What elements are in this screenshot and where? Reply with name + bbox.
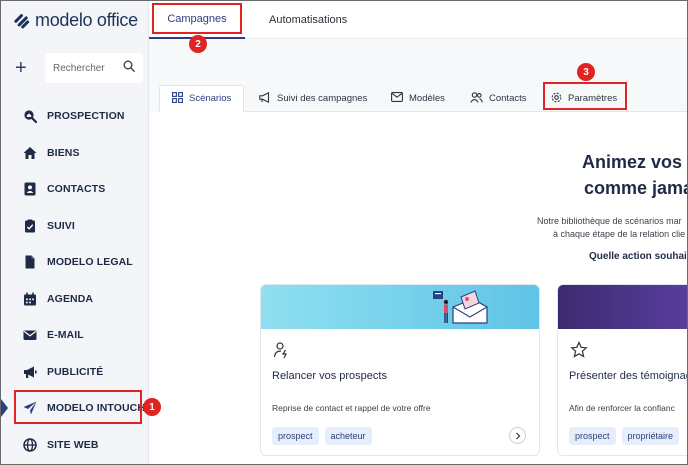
envelope-icon [23,328,37,342]
megaphone-icon [259,91,271,106]
tab-campagnes[interactable]: Campagnes [149,1,245,39]
tag-prospect: prospect [569,427,616,445]
tab-scenarios[interactable]: Scénarios [159,85,245,112]
sidebar-item-suivi[interactable]: SUIVI [1,208,149,245]
sidebar-item-contacts[interactable]: CONTACTS [1,171,149,208]
sidebar-item-label: SUIVI [47,219,75,232]
calendar-icon [23,292,37,306]
card-title: Relancer vos prospects [272,370,387,382]
sidebar-item-label: PUBLICITÉ [47,365,104,378]
tab-automatisations[interactable]: Automatisations [269,1,347,39]
tab-modeles[interactable]: Modèles [391,85,445,112]
sidebar-item-publicite[interactable]: PUBLICITÉ [1,354,149,391]
search-house-icon [23,109,37,124]
card-open-button[interactable] [509,427,526,444]
search-icon[interactable] [123,59,135,77]
card-tags: prospect acheteur [272,427,372,445]
tag-prospect: prospect [272,427,319,445]
tab-suivi-label: Suivi des campagnes [277,93,368,104]
users-icon [470,91,483,106]
sidebar-item-label: PROSPECTION [47,110,125,123]
sidebar-item-agenda[interactable]: AGENDA [1,281,149,318]
globe-icon [23,438,37,452]
scenario-card[interactable]: Relancer vos prospects Reprise de contac… [260,284,540,456]
document-icon [23,255,37,269]
sidebar: modelo office + PROSPECTION BIENS [1,1,149,464]
sidebar-item-modelo-intouch[interactable]: MODELO INTOUCH [1,390,149,427]
sidebar-item-label: BIENS [47,146,80,159]
search-input[interactable] [53,62,117,74]
tab-contacts[interactable]: Contacts [470,85,527,112]
sidebar-item-site-web[interactable]: SITE WEB [1,427,149,464]
card-title: Présenter des témoignag [569,370,688,382]
chevron-right-icon [515,432,520,439]
tab-parametres-label: Paramètres [568,93,618,104]
card-banner-illustration [558,285,687,329]
sidebar-item-label: SITE WEB [47,438,99,451]
sub-tab-bar: Scénarios Suivi des campagnes Modèles Co… [159,85,687,112]
hero-title: Animez vos r comme jama [571,149,687,201]
sidebar-item-biens[interactable]: BIENS [1,135,149,172]
card-banner-illustration [261,285,539,329]
tab-modeles-label: Modèles [409,93,445,104]
card-tags: prospect propriétaire [569,427,680,445]
callout-badge: 1 [143,398,161,416]
tab-suivi-des-campagnes[interactable]: Suivi des campagnes [259,85,367,112]
tab-contacts-label: Contacts [489,93,527,104]
star-icon [570,341,588,359]
sidebar-item-label: MODELO LEGAL [47,256,133,269]
search-box[interactable] [45,53,143,83]
sidebar-item-label: CONTACTS [47,183,106,196]
hero-description-line: Notre bibliothèque de scénarios mar [537,216,682,226]
scenario-card[interactable]: Présenter des témoignag Afin de renforce… [557,284,688,456]
envelope-icon [391,92,403,105]
sidebar-item-email[interactable]: E-MAIL [1,317,149,354]
sidebar-item-prospection[interactable]: PROSPECTION [1,98,149,135]
card-subtitle: Afin de renforcer la confianc [569,403,675,413]
hero-description-line: à chaque étape de la relation clie [553,229,686,239]
paper-plane-icon [23,401,37,415]
top-tab-bar: Campagnes Automatisations [149,1,687,39]
hero-question: Quelle action souhai [589,251,687,262]
mail-illustration [433,290,488,324]
add-button[interactable]: + [15,58,27,78]
sidebar-item-label: MODELO INTOUCH [47,402,146,415]
card-subtitle: Reprise de contact et rappel de votre of… [272,403,431,413]
sidebar-item-modelo-legal[interactable]: MODELO LEGAL [1,244,149,281]
sidebar-item-label: AGENDA [47,292,94,305]
tab-parametres[interactable]: Paramètres [551,85,617,112]
callout-badge: 2 [189,35,207,53]
house-icon [23,146,37,160]
logo[interactable]: modelo office [13,10,138,31]
contact-card-icon [23,182,37,196]
gear-icon [551,92,562,106]
tag-proprietaire: propriétaire [621,427,680,445]
hero-title-line: Animez vos r [582,152,688,172]
hero-title-line: comme jama [584,178,688,198]
app-window: modelo office + PROSPECTION BIENS [0,0,688,465]
user-bolt-icon [273,341,291,359]
tab-scenarios-label: Scénarios [189,93,232,104]
megaphone-icon [23,365,37,379]
logo-text: modelo office [35,10,138,30]
active-indicator [1,399,8,417]
callout-badge: 3 [577,63,595,81]
logo-mark-icon [13,12,31,30]
grid-icon [172,91,183,106]
sidebar-item-label: E-MAIL [47,329,84,342]
sidebar-nav: PROSPECTION BIENS CONTACTS SUIVI MODELO … [1,98,149,463]
clipboard-check-icon [23,219,37,233]
tag-acheteur: acheteur [324,427,372,445]
